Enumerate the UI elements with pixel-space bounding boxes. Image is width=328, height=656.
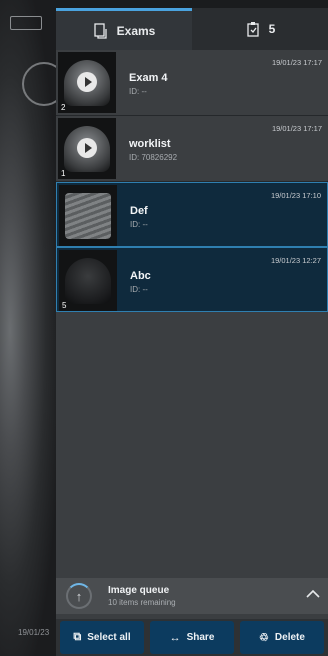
play-icon	[77, 72, 97, 92]
tab-exams-label: Exams	[116, 23, 156, 38]
tab-queue[interactable]: 5	[192, 8, 328, 50]
delete-label: Delete	[274, 632, 305, 643]
ultrasound-background: 19/01/23	[0, 0, 66, 656]
exam-name: worklist	[129, 138, 171, 150]
exam-panel: Exams 5 2 19/01/23 17:17 Exam 4 ID: -- 1…	[56, 8, 328, 656]
action-bar: ⧉ Select all ↔ Share ♲ Delete	[56, 619, 328, 656]
exam-name: Exam 4	[129, 72, 168, 84]
exam-thumbnail: 2	[58, 52, 116, 113]
select-all-button[interactable]: ⧉ Select all	[60, 621, 144, 654]
exam-row[interactable]: 5 19/01/23 12:27 Abc ID: --	[56, 247, 328, 312]
exam-list: 2 19/01/23 17:17 Exam 4 ID: -- 1 19/01/2…	[56, 50, 328, 312]
tab-queue-count: 5	[268, 22, 276, 36]
image-count: 5	[62, 301, 67, 310]
exam-date: 19/01/23 17:10	[270, 191, 321, 200]
exam-date: 19/01/23 12:27	[270, 256, 321, 265]
image-count: 1	[61, 169, 66, 178]
exam-thumbnail: 5	[59, 250, 117, 311]
exam-row[interactable]: 19/01/23 17:10 Def ID: --	[56, 182, 328, 247]
exam-row[interactable]: 2 19/01/23 17:17 Exam 4 ID: --	[56, 50, 328, 116]
image-queue-bar[interactable]: ↑ Image queue 10 items remaining	[56, 578, 328, 614]
delete-button[interactable]: ♲ Delete	[240, 621, 324, 654]
background-date: 19/01/23	[18, 628, 50, 637]
exam-thumbnail	[59, 185, 117, 246]
exam-name: Def	[130, 205, 148, 217]
queue-remaining: 10 items remaining	[108, 598, 176, 607]
exam-id: ID: --	[130, 220, 148, 229]
trash-icon: ♲	[259, 632, 269, 644]
tab-exams[interactable]: Exams	[56, 8, 192, 50]
exam-id: ID: --	[130, 285, 148, 294]
play-icon	[77, 138, 97, 158]
tab-bar: Exams 5	[56, 8, 328, 50]
queue-title: Image queue	[108, 585, 170, 596]
clipboard-icon	[247, 22, 259, 37]
select-all-icon: ⧉	[73, 631, 82, 643]
battery-icon	[10, 16, 42, 30]
share-icon: ↔	[169, 631, 181, 644]
exam-thumbnail: 1	[58, 118, 116, 179]
upload-progress-icon: ↑	[66, 583, 92, 609]
exam-date: 19/01/23 17:17	[271, 124, 322, 133]
exam-id: ID: 70826292	[129, 153, 178, 162]
exam-row[interactable]: 1 19/01/23 17:17 worklist ID: 70826292	[56, 116, 328, 182]
exam-id: ID: --	[129, 87, 147, 96]
image-count: 2	[61, 103, 66, 112]
select-all-label: Select all	[87, 632, 131, 643]
share-button[interactable]: ↔ Share	[150, 621, 234, 654]
chevron-up-icon[interactable]	[306, 587, 320, 601]
app-root: 19/01/23 Exams 5 2 19/01/23 17:17 Exam 4	[0, 0, 328, 656]
share-label: Share	[186, 632, 215, 643]
exam-date: 19/01/23 17:17	[271, 58, 322, 67]
exam-name: Abc	[130, 270, 151, 282]
exams-icon	[93, 22, 107, 39]
